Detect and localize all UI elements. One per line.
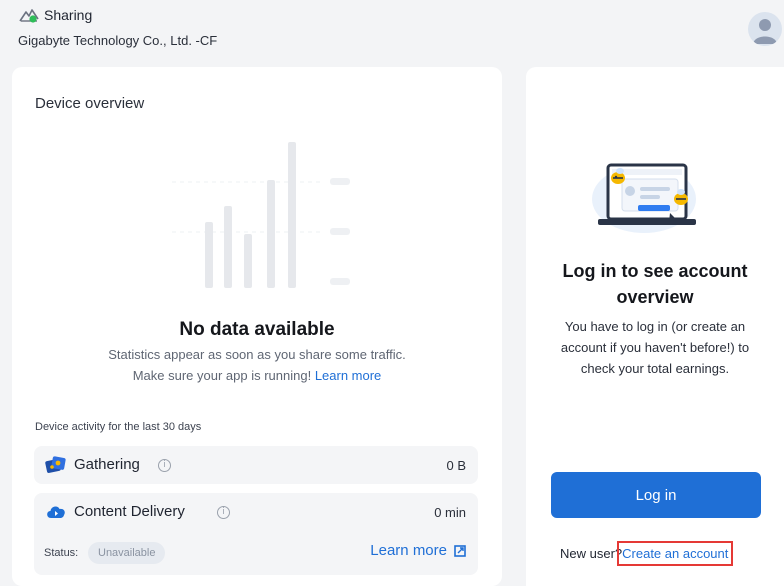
top-bar: Sharing Gigabyte Technology Co., Ltd. -C… xyxy=(0,0,784,60)
activity-label: Device activity for the last 30 days xyxy=(35,421,202,433)
no-data-hint-text: Make sure your app is running! xyxy=(132,368,312,383)
device-name: Gigabyte Technology Co., Ltd. -CF xyxy=(18,33,218,48)
learn-more-label: Learn more xyxy=(370,542,447,559)
status-text: Sharing xyxy=(44,7,93,23)
login-description: You have to log in (or create an account… xyxy=(560,319,750,376)
new-user-text: New user? xyxy=(560,546,623,561)
content-delivery-label: Content Delivery xyxy=(74,503,185,520)
login-title: Log in to see account overview xyxy=(562,261,748,307)
learn-more-button[interactable]: Learn more xyxy=(370,542,466,559)
card-title: Device overview xyxy=(35,95,145,112)
gathering-icon xyxy=(45,455,67,480)
create-account-link[interactable]: Create an account xyxy=(617,541,734,566)
gathering-row: Gathering i 0 B xyxy=(34,446,478,484)
content-delivery-value: 0 min xyxy=(434,505,466,520)
gathering-label: Gathering xyxy=(74,456,140,473)
no-data-description: Statistics appear as soon as you share s… xyxy=(108,347,406,362)
status-badge: Unavailable xyxy=(88,542,166,564)
account-overview-card: Log in to see account overview You have … xyxy=(526,67,784,586)
status-label: Status: xyxy=(44,547,79,559)
empty-chart-illustration xyxy=(172,142,350,288)
new-user-row: New user?Create an account xyxy=(560,541,734,566)
info-icon[interactable]: i xyxy=(217,506,230,519)
login-button[interactable]: Log in xyxy=(551,472,761,518)
device-overview-card: Device overview No data available Statis… xyxy=(12,67,502,586)
no-data-title: No data available xyxy=(179,319,335,340)
external-link-icon xyxy=(454,544,466,557)
gathering-value: 0 B xyxy=(446,458,466,473)
content-delivery-row: Content Delivery i 0 min Status: Unavail… xyxy=(34,493,478,575)
no-data-hint: Make sure your app is running! Learn mor… xyxy=(12,368,502,383)
cloud-icon xyxy=(45,503,67,524)
avatar[interactable] xyxy=(748,12,782,46)
info-icon[interactable]: i xyxy=(158,459,171,472)
user-icon xyxy=(753,19,777,44)
login-illustration xyxy=(592,163,696,233)
sharing-icon xyxy=(18,6,40,24)
sharing-status: Sharing xyxy=(18,6,92,24)
learn-more-link[interactable]: Learn more xyxy=(315,368,381,383)
